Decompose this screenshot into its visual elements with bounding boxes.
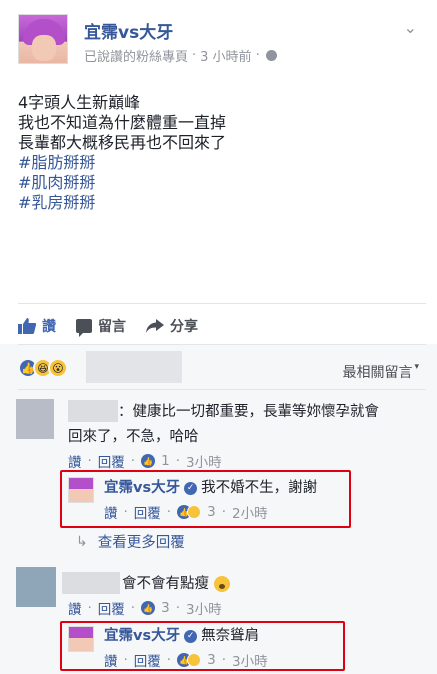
comment-text: 會不會有點瘦 — [122, 576, 209, 592]
like-reaction-icon: 👍 — [141, 454, 156, 468]
comment-meta: 讚 · 回覆 · 👍 3 · 3小時 — [68, 598, 222, 618]
verified-check-icon: ✓ — [184, 481, 198, 495]
wow-reaction-icon — [187, 653, 202, 667]
divider — [18, 344, 426, 345]
comment-meta: 讚 · 回覆 · 👍 1 · 3小時 — [68, 451, 222, 471]
post-line: 4字頭人生新巔峰 — [18, 93, 141, 112]
view-more-replies-link[interactable]: ↳ 查看更多回覆 — [76, 531, 185, 552]
blurred-reactor-names — [86, 351, 182, 383]
meta-dot: · — [175, 453, 180, 469]
sad-reaction-icon — [187, 505, 202, 519]
avatar-face — [32, 35, 56, 61]
post-line: 長輩都大概移民再也不回來了 — [18, 133, 227, 152]
blurred-commenter-name — [62, 572, 120, 594]
reply-page-avatar[interactable] — [68, 626, 94, 652]
meta-dot: · — [166, 504, 172, 520]
reply-reply-link[interactable]: 回覆 — [134, 650, 161, 670]
comment-like-link[interactable]: 讚 — [68, 598, 82, 618]
reply-line: 宜霈vs大牙 ✓ 我不婚不生，謝謝 — [104, 478, 317, 498]
comment-reply-link[interactable]: 回覆 — [98, 451, 125, 471]
meta-separator: · — [192, 48, 197, 63]
like-count[interactable]: 3 — [207, 504, 216, 520]
reply-time[interactable]: 2小時 — [232, 502, 268, 522]
thumbs-up-icon — [18, 318, 36, 334]
comment-reply-link[interactable]: 回覆 — [98, 598, 125, 618]
like-count[interactable]: 3 — [207, 652, 216, 668]
hashtag-link[interactable]: #脂肪掰掰 — [18, 153, 418, 173]
caret-down-icon: ▾ — [414, 362, 419, 372]
post-options-chevron-icon[interactable]: ⌄ — [404, 18, 417, 37]
share-arrow-icon — [146, 319, 164, 333]
meta-dot: · — [221, 504, 226, 520]
reply-text: 無奈聳肩 — [201, 628, 260, 644]
page-avatar[interactable] — [18, 14, 68, 64]
meta-dot: · — [87, 600, 92, 616]
reply-text: 我不婚不生，謝謝 — [201, 480, 318, 496]
reply-author-link[interactable]: 宜霈vs大牙 — [104, 480, 180, 496]
comment-line: 會不會有點瘦 — [122, 574, 230, 594]
meta-dot: · — [166, 652, 172, 668]
share-button[interactable]: 分享 — [146, 316, 198, 336]
meta-dot: · — [87, 453, 92, 469]
comment-icon — [76, 319, 92, 337]
comment-time[interactable]: 3小時 — [186, 451, 222, 471]
post-text: 4字頭人生新巔峰 我也不知道為什麼體重一直掉 長輩都大概移民再也不回來了 #脂肪… — [18, 93, 418, 213]
meta-dot: · — [123, 504, 128, 520]
commenter-avatar[interactable] — [16, 567, 56, 607]
comment-like-link[interactable]: 讚 — [68, 451, 82, 471]
like-button[interactable]: 讚 — [18, 316, 56, 336]
wow-reaction-icon: 😮 — [48, 358, 68, 378]
verified-check-icon: ✓ — [184, 629, 198, 643]
page-name-link[interactable]: 宜霈vs大牙 — [84, 18, 173, 43]
comment-text: 回來了，不急，哈哈 — [68, 429, 199, 445]
reply-page-avatar[interactable] — [68, 477, 94, 503]
reply-time[interactable]: 3小時 — [232, 650, 268, 670]
hashtag-link[interactable]: #乳房掰掰 — [18, 193, 418, 213]
meta-dot: · — [221, 652, 226, 668]
liked-page-label: 已說讚的粉絲專頁 — [84, 50, 189, 65]
meta-separator-2: · — [255, 48, 260, 63]
comment-text: ：健康比一切都重要，長輩等妳懷孕就會 — [118, 404, 379, 420]
meta-dot: · — [123, 652, 128, 668]
reactions-summary[interactable]: 👍 😆 😮 — [18, 355, 68, 381]
reply-meta: 讚 · 回覆 · 👍 3 · 3小時 — [104, 650, 268, 670]
commenter-avatar[interactable] — [16, 399, 54, 439]
comment-sort-dropdown[interactable]: 最相關留言 ▾ — [342, 362, 419, 382]
scared-emoji-icon — [213, 576, 230, 592]
reply-line: 宜霈vs大牙 ✓ 無奈聳肩 — [104, 626, 259, 646]
sort-label: 最相關留言 — [342, 365, 413, 381]
share-button-label: 分享 — [170, 319, 198, 335]
divider — [18, 303, 426, 304]
view-more-replies-label: 查看更多回覆 — [97, 535, 185, 551]
reply-meta: 讚 · 回覆 · 👍 3 · 2小時 — [104, 502, 268, 522]
blurred-commenter-name — [68, 400, 118, 422]
hashtag-link[interactable]: #肌肉掰掰 — [18, 173, 418, 193]
like-count[interactable]: 3 — [161, 600, 170, 616]
like-button-label: 讚 — [42, 319, 56, 335]
reaction-icons: 👍 — [177, 505, 202, 519]
meta-dot: · — [130, 453, 136, 469]
meta-dot: · — [175, 600, 180, 616]
action-bar: 讚 留言 分享 — [18, 314, 198, 338]
reply-arrow-icon: ↳ — [76, 533, 88, 550]
reaction-icons: 👍 — [177, 653, 202, 667]
post-timestamp[interactable]: 3 小時前 — [200, 46, 251, 65]
divider — [18, 389, 426, 390]
reply-reply-link[interactable]: 回覆 — [134, 502, 161, 522]
reply-like-link[interactable]: 讚 — [104, 502, 118, 522]
globe-icon — [265, 50, 277, 61]
comment-button-label: 留言 — [98, 319, 126, 335]
post-line: 我也不知道為什麼體重一直掉 — [18, 113, 227, 132]
meta-dot: · — [130, 600, 136, 616]
comment-button[interactable]: 留言 — [76, 316, 126, 337]
like-reaction-icon: 👍 — [141, 601, 156, 615]
like-count[interactable]: 1 — [161, 453, 170, 469]
reply-like-link[interactable]: 讚 — [104, 650, 118, 670]
reply-author-link[interactable]: 宜霈vs大牙 — [104, 628, 180, 644]
comment-time[interactable]: 3小時 — [186, 598, 222, 618]
post-meta: 已說讚的粉絲專頁 · 3 小時前 · — [84, 46, 277, 65]
